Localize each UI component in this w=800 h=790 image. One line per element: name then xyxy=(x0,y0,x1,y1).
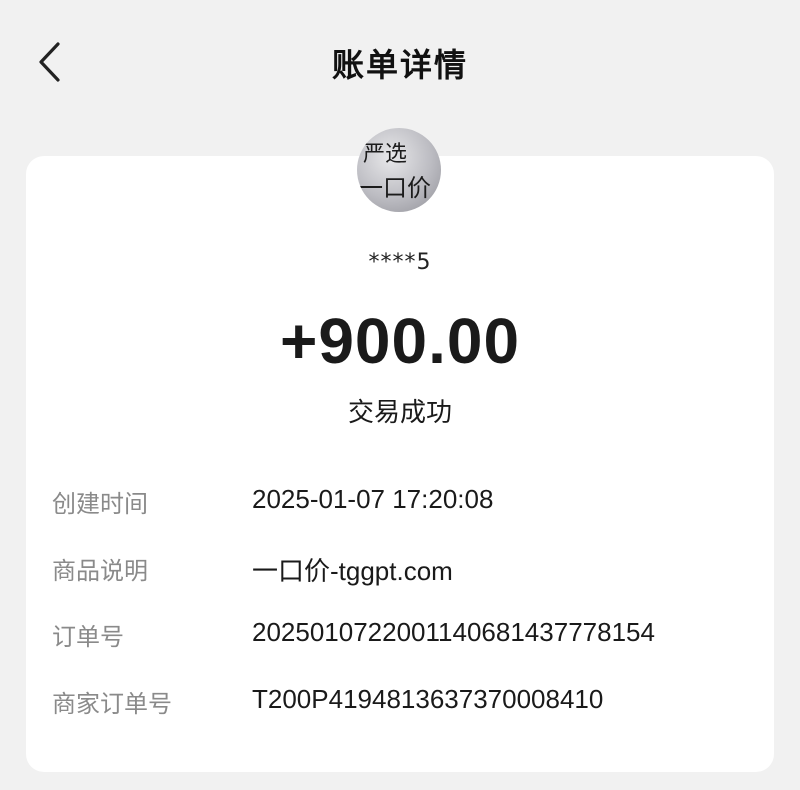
transaction-status: 交易成功 xyxy=(347,398,452,428)
detail-value: 2025-01-07 17:20:08 xyxy=(252,484,494,514)
detail-label: 商家订单号 xyxy=(52,690,172,718)
detail-label: 商品说明 xyxy=(52,557,148,585)
page-title: 账单详情 xyxy=(331,46,468,84)
detail-value: 2025010722001140681437778154 xyxy=(252,617,655,647)
detail-label: 订单号 xyxy=(52,623,124,651)
transaction-amount: +900.00 xyxy=(279,305,521,377)
detail-value: T200P4194813637370008410 xyxy=(252,684,604,714)
header-bar: 账单详情 xyxy=(0,0,800,124)
detail-row-merchant-order-number: 商家订单号 T200P4194813637370008410 xyxy=(52,684,752,724)
avatar-text-bottom: 一口价 xyxy=(359,174,431,202)
merchant-account: ****5 xyxy=(368,250,432,275)
avatar-text-top: 严选 xyxy=(363,142,408,167)
bill-detail-card xyxy=(26,156,774,772)
merchant-avatar: 严选 一口价 xyxy=(357,128,441,212)
detail-row-order-number: 订单号 2025010722001140681437778154 xyxy=(52,617,752,657)
detail-row-product-description: 商品说明 一口价-tggpt.com xyxy=(52,551,752,591)
detail-label: 创建时间 xyxy=(52,490,148,518)
detail-value: 一口价-tggpt.com xyxy=(252,556,453,586)
detail-row-created-time: 创建时间 2025-01-07 17:20:08 xyxy=(52,484,752,524)
